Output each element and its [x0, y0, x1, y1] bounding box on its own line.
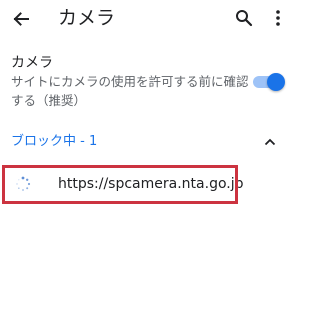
search-button[interactable]	[232, 6, 256, 30]
vertical-ellipsis-icon	[276, 10, 280, 26]
top-app-bar: カメラ	[0, 0, 298, 40]
camera-permission-row[interactable]: カメラ サイトにカメラの使用を許可する前に確認する（推奨）	[0, 52, 298, 110]
camera-permission-description: サイトにカメラの使用を許可する前に確認する（推奨）	[11, 74, 249, 108]
site-url: https://spcamera.nta.go.jp	[58, 176, 244, 192]
blocked-section-header[interactable]: ブロック中 - 1	[0, 128, 298, 156]
page-title: カメラ	[58, 7, 116, 29]
camera-settings-screen: カメラ カメラ サイトにカメラの使用を許可する前に確認する（推奨） ブロック中 …	[0, 0, 298, 319]
camera-permission-title: カメラ	[11, 55, 53, 71]
blocked-site-item[interactable]: https://spcamera.nta.go.jp	[0, 162, 298, 208]
chevron-up-icon	[264, 138, 276, 146]
search-icon	[236, 10, 253, 27]
loading-spinner-icon	[16, 176, 31, 191]
more-options-button[interactable]	[268, 6, 288, 30]
camera-toggle-switch[interactable]	[253, 72, 285, 92]
arrow-left-icon	[13, 12, 29, 26]
back-button[interactable]	[8, 6, 34, 32]
switch-thumb	[267, 73, 285, 91]
blocked-section-label: ブロック中 - 1	[11, 134, 98, 149]
